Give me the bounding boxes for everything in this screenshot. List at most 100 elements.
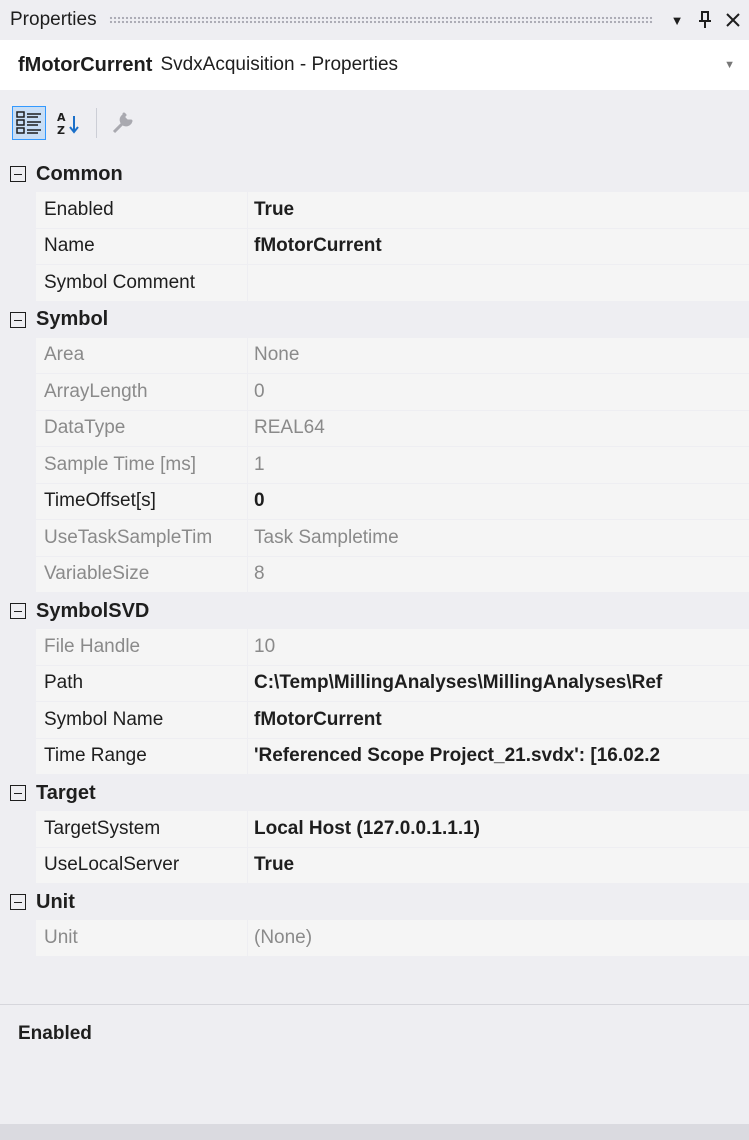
property-row[interactable]: Area None [0,337,749,374]
close-icon[interactable] [721,5,745,35]
collapse-icon[interactable] [0,311,36,328]
property-value[interactable]: (None) [247,920,749,957]
selected-object-type: SvdxAcquisition - Properties [160,54,399,75]
category-common[interactable]: Common [0,156,749,192]
row-gutter [0,228,36,265]
property-row[interactable]: UseLocalServer True [0,847,749,884]
property-value[interactable]: 8 [247,556,749,593]
property-value[interactable]: 10 [247,629,749,666]
category-label: Symbol [36,308,109,330]
row-gutter [0,556,36,593]
collapse-icon[interactable] [0,603,36,619]
property-value[interactable]: fMotorCurrent [247,228,749,265]
property-value[interactable]: 'Referenced Scope Project_21.svdx': [16.… [247,738,749,775]
svg-text:Z: Z [57,124,65,136]
row-gutter [0,483,36,520]
row-gutter [0,374,36,411]
drag-grip[interactable] [108,16,653,24]
property-name[interactable]: DataType [36,410,247,447]
property-row[interactable]: Name fMotorCurrent [0,228,749,265]
property-row[interactable]: VariableSize 8 [0,556,749,593]
property-row[interactable]: DataType REAL64 [0,410,749,447]
categorized-view-icon[interactable] [12,106,46,140]
property-name[interactable]: Symbol Name [36,702,247,739]
selected-object-name: fMotorCurrent [18,53,153,76]
dropdown-arrow-icon[interactable]: ▼ [665,5,689,35]
pin-icon[interactable] [693,5,717,35]
property-value[interactable]: 0 [247,483,749,520]
property-row[interactable]: TimeOffset[s] 0 [0,483,749,520]
category-symbol[interactable]: Symbol [0,301,749,338]
alphabetical-sort-icon[interactable]: A Z [52,106,86,140]
property-value[interactable]: fMotorCurrent [247,702,749,739]
collapse-icon[interactable] [0,785,36,801]
property-name[interactable]: Sample Time [ms] [36,447,247,484]
property-value[interactable]: None [247,337,749,374]
row-gutter [0,702,36,739]
category-unit[interactable]: Unit [0,884,749,920]
category-label: SymbolSVD [36,599,150,622]
category-label: Unit [36,890,75,913]
property-value[interactable]: 1 [247,447,749,484]
row-gutter [0,265,36,302]
property-value[interactable]: Task Sampletime [247,520,749,557]
property-name[interactable]: Symbol Comment [36,265,247,302]
svg-text:A: A [57,111,66,124]
property-name[interactable]: Area [36,337,247,374]
property-value[interactable]: True [247,847,749,884]
property-row[interactable]: Enabled True [0,192,749,229]
property-name[interactable]: TargetSystem [36,811,247,848]
description-pane: Enabled [0,1004,749,1124]
row-gutter [0,629,36,666]
properties-title-bar: Properties ▼ [0,0,749,40]
row-gutter [0,520,36,557]
row-gutter [0,447,36,484]
row-gutter [0,847,36,884]
property-row[interactable]: Unit (None) [0,920,749,957]
property-name[interactable]: TimeOffset[s] [36,483,247,520]
object-selector[interactable]: fMotorCurrent SvdxAcquisition - Properti… [0,40,749,90]
property-name[interactable]: ArrayLength [36,374,247,411]
property-row[interactable]: ArrayLength 0 [0,374,749,411]
property-row[interactable]: UseTaskSampleTim Task Sampletime [0,520,749,557]
property-pages-wrench-icon[interactable] [105,106,139,140]
row-gutter [0,192,36,229]
row-gutter [0,410,36,447]
row-gutter [0,920,36,957]
property-value[interactable]: 0 [247,374,749,411]
description-title: Enabled [18,1023,92,1044]
property-name[interactable]: Unit [36,920,247,957]
panel-title: Properties [10,9,97,30]
property-name[interactable]: UseTaskSampleTim [36,520,247,557]
property-row[interactable]: Symbol Comment [0,265,749,302]
object-dropdown-icon[interactable]: ▼ [724,59,735,71]
property-row[interactable]: Path C:\Temp\MillingAnalyses\MillingAnaly… [0,665,749,702]
row-gutter [0,738,36,775]
property-row[interactable]: Time Range 'Referenced Scope Project_21.s… [0,738,749,775]
property-name[interactable]: Path [36,665,247,702]
collapse-icon[interactable] [0,894,36,910]
property-name[interactable]: File Handle [36,629,247,666]
category-label: Common [36,162,123,185]
category-target[interactable]: Target [0,775,749,811]
property-value[interactable]: True [247,192,749,229]
property-name[interactable]: UseLocalServer [36,847,247,884]
row-gutter [0,665,36,702]
property-value[interactable]: REAL64 [247,410,749,447]
property-row[interactable]: Sample Time [ms] 1 [0,447,749,484]
category-label: Target [36,781,96,804]
bottom-border [0,1124,749,1140]
property-name[interactable]: Enabled [36,192,247,229]
property-row[interactable]: TargetSystem Local Host (127.0.0.1.1.1) [0,811,749,848]
property-name[interactable]: Time Range [36,738,247,775]
property-row[interactable]: Symbol Name fMotorCurrent [0,702,749,739]
property-value[interactable]: C:\Temp\MillingAnalyses\MillingAnalyses\… [247,665,749,702]
property-row[interactable]: File Handle 10 [0,629,749,666]
properties-toolbar: A Z [0,90,749,156]
property-value[interactable]: Local Host (127.0.0.1.1.1) [247,811,749,848]
property-name[interactable]: VariableSize [36,556,247,593]
category-symbolsvd[interactable]: SymbolSVD [0,593,749,629]
property-value[interactable] [247,265,749,302]
property-name[interactable]: Name [36,228,247,265]
collapse-icon[interactable] [0,166,36,182]
